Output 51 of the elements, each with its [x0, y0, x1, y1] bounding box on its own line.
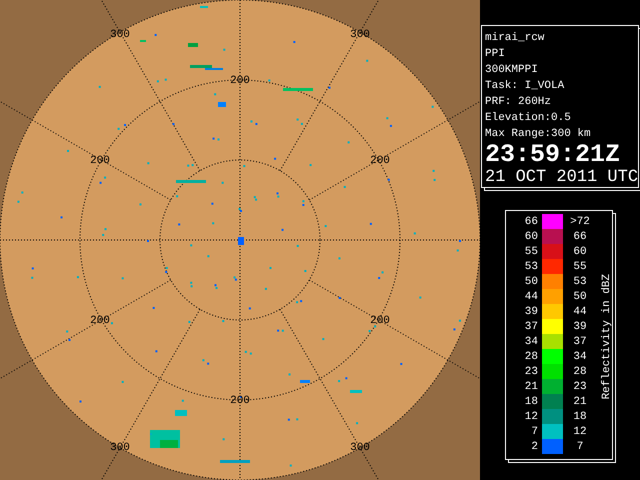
range-label: 200: [90, 314, 110, 327]
scale-value: 28: [572, 366, 588, 378]
scale-value: 23: [524, 366, 539, 378]
info-line: Elevation:0.5: [485, 111, 572, 126]
range-label: 300: [350, 442, 370, 454]
scale-value: 39: [524, 306, 539, 318]
range-label: 200: [370, 314, 390, 327]
legend-title: Reflectivity in dBZ: [601, 274, 613, 400]
scale-value: 23: [572, 380, 588, 392]
scale-value: 21: [524, 380, 539, 392]
scale-value: 44: [524, 290, 539, 302]
time-text: 23:59:21Z: [485, 142, 622, 168]
info-line: Max Range:300 km: [485, 127, 592, 142]
date-text: 21 OCT 2011 UTC: [485, 168, 635, 187]
scale-value: 7: [576, 440, 584, 452]
scale-value: 28: [524, 350, 539, 362]
scale-value: 66: [572, 230, 588, 242]
info-line: mirai_rcw: [485, 31, 546, 46]
info-line: Task: I_VOLA: [485, 79, 566, 94]
scale-value: 53: [524, 260, 539, 272]
scale-value: 55: [572, 260, 588, 272]
info-line: PPI: [485, 47, 506, 62]
scale-value: 66: [524, 216, 539, 228]
scale-value: 44: [572, 306, 588, 318]
range-label: 300: [350, 28, 370, 41]
scale-value: 12: [572, 426, 588, 438]
scale-value: 39: [572, 320, 588, 332]
scale-value: 55: [524, 246, 539, 258]
info-line: PRF: 260Hz: [485, 95, 552, 110]
scale-value: >72: [569, 216, 591, 228]
scale-value: 50: [524, 276, 539, 288]
scale-value: 18: [524, 396, 539, 408]
scale-value: 53: [572, 276, 588, 288]
scale-value: 2: [530, 440, 539, 452]
range-label: 200: [90, 154, 110, 167]
scale-value: 21: [572, 396, 588, 408]
scale-value: 7: [530, 426, 539, 438]
scale-value: 12: [524, 410, 539, 422]
range-label: 200: [370, 154, 390, 167]
range-label: 300: [110, 442, 130, 454]
scale-value: 50: [572, 290, 588, 302]
range-label: 300: [110, 28, 130, 41]
scale-value: 18: [572, 410, 588, 422]
scale-value: 60: [524, 230, 539, 242]
info-line: 300KMPPI: [485, 63, 539, 78]
scale-value: 37: [572, 336, 588, 348]
scale-value: 34: [524, 336, 539, 348]
range-label: 200: [230, 74, 250, 87]
scale-value: 37: [524, 320, 539, 332]
scale-value: 34: [572, 350, 588, 362]
scale-value: 60: [572, 246, 588, 258]
